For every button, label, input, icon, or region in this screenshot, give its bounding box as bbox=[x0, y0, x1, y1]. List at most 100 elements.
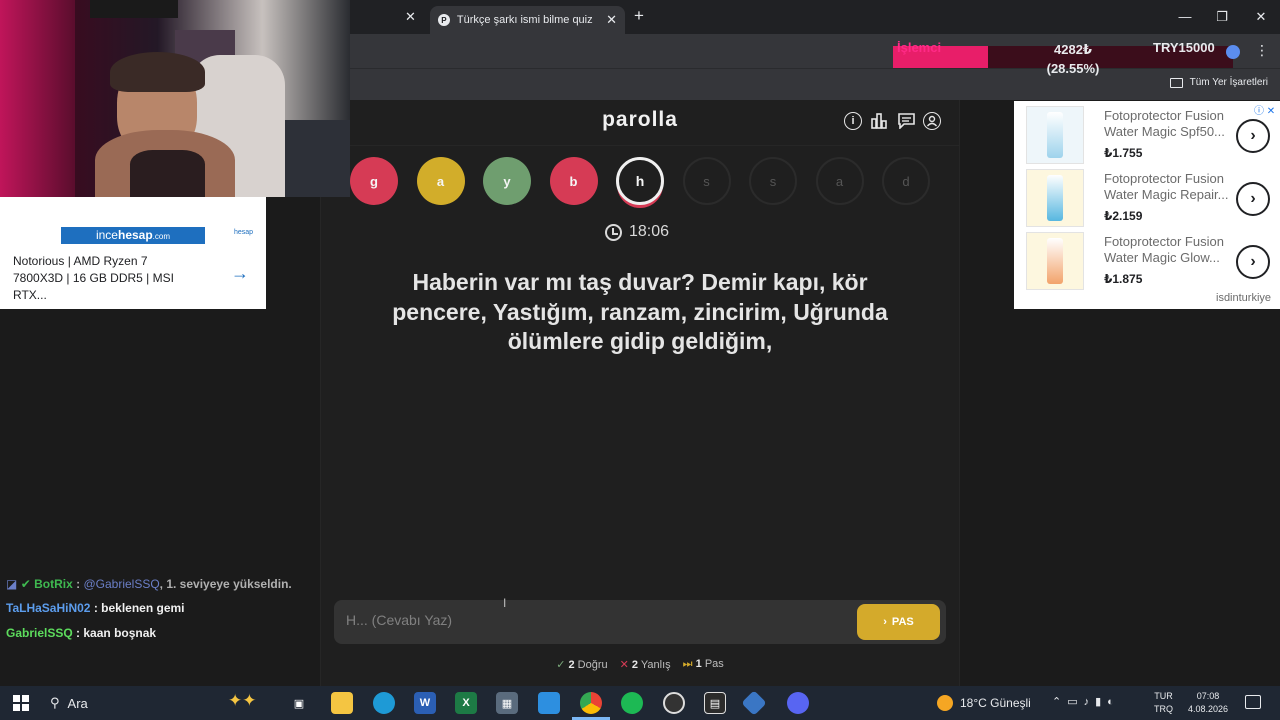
time: 07:08 bbox=[1196, 691, 1220, 701]
check-icon: ✓ bbox=[556, 659, 566, 671]
obs-icon[interactable] bbox=[663, 692, 685, 714]
store-icon[interactable] bbox=[538, 692, 560, 714]
system-tray-icons[interactable]: ⌃▭♪▮◐ bbox=[1052, 695, 1120, 708]
discord-icon[interactable] bbox=[787, 692, 809, 714]
ad-brand: isdinturkiye bbox=[1216, 292, 1272, 304]
brand-part-b: hesap bbox=[117, 228, 153, 242]
product-image bbox=[1026, 106, 1084, 164]
money-value: TRY15000 bbox=[1153, 40, 1215, 55]
taskbar-search[interactable]: ⚲ Ara bbox=[50, 695, 88, 711]
product-card[interactable]: Fotoprotector Fusion Water Magic Spf50..… bbox=[1014, 103, 1280, 165]
timer: 18:06 bbox=[605, 223, 669, 241]
small-brand: hesap bbox=[234, 229, 254, 236]
verified-badge-icon: ✔ bbox=[20, 577, 31, 591]
chevron-right-icon[interactable]: › bbox=[1236, 119, 1270, 153]
parolla-logo[interactable]: parolla bbox=[320, 108, 960, 132]
product-image bbox=[1026, 169, 1084, 227]
product-price: ₺1.875 bbox=[1104, 272, 1143, 286]
right-advertisement[interactable]: ⓘ ✕ Fotoprotector Fusion Water Magic Spf… bbox=[1014, 101, 1280, 309]
cpu-amount: 4282₺ bbox=[1054, 42, 1092, 57]
rgb-keyboard bbox=[90, 0, 178, 18]
pass-count: 1 bbox=[695, 658, 702, 670]
letter-circle-b: b bbox=[549, 157, 598, 205]
excel-icon[interactable]: X bbox=[455, 692, 477, 714]
product-price: ₺2.159 bbox=[1104, 209, 1143, 223]
message-icon[interactable] bbox=[897, 112, 915, 130]
text-cursor-icon: I bbox=[503, 596, 507, 610]
new-tab-button[interactable]: + bbox=[634, 6, 644, 26]
close-window-icon[interactable]: ✕ bbox=[1242, 6, 1280, 28]
chat-username: BotRix bbox=[34, 577, 73, 591]
notification-icon[interactable] bbox=[1245, 695, 1261, 709]
profile-icon[interactable] bbox=[923, 112, 941, 130]
chevron-right-icon: › bbox=[883, 616, 887, 628]
weather-widget[interactable]: 18°C Güneşli bbox=[937, 695, 1031, 711]
letter-circle-s: s bbox=[749, 157, 797, 205]
info-icon[interactable]: i bbox=[844, 112, 862, 130]
clock-icon bbox=[605, 223, 622, 241]
letter-circle-a: a bbox=[815, 157, 864, 205]
wrong-count: 2 bbox=[631, 659, 639, 671]
parolla-favicon-icon: P bbox=[438, 14, 450, 26]
extension-icon[interactable] bbox=[1226, 45, 1240, 59]
pass-stat-label: Pas bbox=[704, 658, 724, 670]
clock[interactable]: 07:08 4.08.2026 bbox=[1186, 690, 1230, 716]
product-title: Fotoprotector Fusion Water Magic Spf50..… bbox=[1104, 108, 1225, 139]
spotify-icon[interactable] bbox=[621, 692, 643, 714]
copilot-sparkle-icon[interactable]: ✦✦ bbox=[228, 691, 257, 711]
chevron-right-icon[interactable]: › bbox=[1236, 245, 1270, 279]
product-card[interactable]: Fotoprotector Fusion Water Magic Glow...… bbox=[1014, 229, 1280, 291]
chat-message: TaLHaSaHiN02 : beklenen gemi bbox=[6, 601, 185, 615]
terminal-icon[interactable]: ▤ bbox=[704, 692, 726, 714]
ad-product-text[interactable]: Notorious | AMD Ryzen 7 7800X3D | 16 GB … bbox=[13, 253, 193, 304]
chrome-icon[interactable] bbox=[580, 692, 602, 714]
date: 4.08.2026 bbox=[1187, 704, 1229, 714]
stream-chat: ◪ ✔ BotRix : @GabrielSSQ, 1. seviyeye yü… bbox=[0, 309, 292, 686]
arrow-right-icon[interactable]: → bbox=[231, 263, 249, 284]
browser-menu-icon[interactable]: ⋮ bbox=[1255, 42, 1269, 59]
score-stats: ✓ 2 Doğru ✕ 2 Yanlış ⏭ 1 Pas bbox=[320, 658, 960, 671]
left-advertisement[interactable]: incehesap.com hesap Notorious | AMD Ryze… bbox=[0, 197, 266, 309]
minimize-icon[interactable]: — bbox=[1166, 6, 1204, 28]
app-diamond-icon[interactable] bbox=[741, 690, 767, 716]
pass-button[interactable]: › PAS bbox=[857, 604, 940, 640]
pass-label: PAS bbox=[891, 616, 914, 628]
tab-close-icon[interactable]: ✕ bbox=[606, 12, 617, 28]
skip-icon: ⏭ bbox=[682, 658, 693, 670]
all-bookmarks-button[interactable]: Tüm Yer İşaretleri bbox=[1169, 77, 1268, 88]
calculator-icon[interactable]: ▦ bbox=[496, 692, 518, 714]
file-explorer-icon[interactable] bbox=[331, 692, 353, 714]
answer-box: › PAS bbox=[334, 600, 946, 644]
chat-message: GabrielSSQ : kaan boşnak bbox=[6, 626, 156, 640]
brand-part-c: .com bbox=[152, 232, 171, 241]
language-indicator[interactable]: TUR TRQ bbox=[1154, 690, 1173, 716]
maximize-icon[interactable]: ❐ bbox=[1203, 6, 1241, 28]
answer-input[interactable] bbox=[346, 612, 826, 628]
chat-mention: @GabrielSSQ bbox=[83, 577, 160, 591]
incehesap-logo: incehesap.com bbox=[61, 227, 205, 244]
chat-username: TaLHaSaHiN02 bbox=[6, 601, 91, 615]
word-icon[interactable]: W bbox=[414, 692, 436, 714]
cpu-overlay: İşlemci 4282₺ (28.55%) TRY15000 bbox=[893, 38, 1233, 76]
product-title: Fotoprotector Fusion Water Magic Glow... bbox=[1104, 234, 1224, 265]
edge-icon[interactable] bbox=[373, 692, 395, 714]
product-image bbox=[1026, 232, 1084, 290]
chat-text: , 1. seviyeye yükseldin. bbox=[159, 577, 292, 591]
chat-message: ◪ ✔ BotRix : @GabrielSSQ, 1. seviyeye yü… bbox=[6, 577, 292, 591]
weather-label: 18°C Güneşli bbox=[960, 696, 1031, 710]
letter-circle-s: s bbox=[682, 157, 731, 205]
task-view-icon[interactable]: ▣ bbox=[288, 692, 310, 714]
windows-start-icon[interactable] bbox=[10, 692, 32, 714]
correct-count: 2 bbox=[568, 659, 575, 671]
cross-icon: ✕ bbox=[619, 659, 629, 671]
chevron-right-icon[interactable]: › bbox=[1236, 182, 1270, 216]
product-card[interactable]: Fotoprotector Fusion Water Magic Repair.… bbox=[1014, 166, 1280, 228]
letter-circle-d: d bbox=[882, 157, 930, 205]
pass-stat: ⏭ 1 Pas bbox=[683, 658, 724, 671]
tab-quiz[interactable]: P Türkçe şarkı ismi bilme quiz - p ✕ bbox=[430, 6, 625, 34]
stats-icon[interactable] bbox=[870, 112, 888, 130]
all-bookmarks-label: Tüm Yer İşaretleri bbox=[1189, 77, 1268, 88]
tab-label: Türkçe şarkı ismi bilme quiz - p bbox=[456, 14, 597, 26]
tab-close-icon[interactable]: ✕ bbox=[405, 9, 416, 25]
chat-text: : kaan boşnak bbox=[76, 626, 157, 640]
